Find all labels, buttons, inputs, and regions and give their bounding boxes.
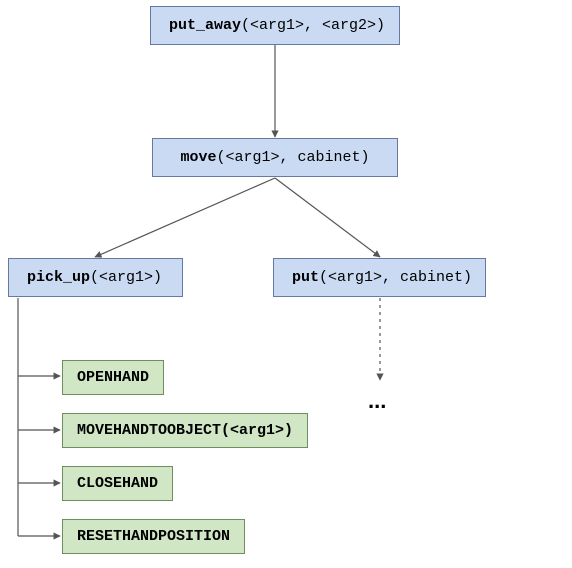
fn-name: put [292,269,319,286]
leaf-resethandposition: RESETHANDPOSITION [62,519,245,554]
leaf-movehandtoobject: MOVEHANDTOOBJECT(<arg1>) [62,413,308,448]
ellipsis: ... [368,388,386,414]
fn-name: put_away [169,17,241,34]
fn-args: (<arg1>, <arg2>) [241,17,385,34]
leaf-closehand: CLOSEHAND [62,466,173,501]
node-put: put(<arg1>, cabinet) [273,258,486,297]
fn-args: (<arg1>) [90,269,162,286]
fn-args: (<arg1>, cabinet) [319,269,472,286]
fn-args: (<arg1>, cabinet) [216,149,369,166]
leaf-label: CLOSEHAND [77,475,158,492]
leaf-label: MOVEHANDTOOBJECT(<arg1>) [77,422,293,439]
fn-name: pick_up [27,269,90,286]
node-put-away: put_away(<arg1>, <arg2>) [150,6,400,45]
leaf-label: RESETHANDPOSITION [77,528,230,545]
node-move: move(<arg1>, cabinet) [152,138,398,177]
node-pick-up: pick_up(<arg1>) [8,258,183,297]
leaf-openhand: OPENHAND [62,360,164,395]
fn-name: move [180,149,216,166]
leaf-label: OPENHAND [77,369,149,386]
